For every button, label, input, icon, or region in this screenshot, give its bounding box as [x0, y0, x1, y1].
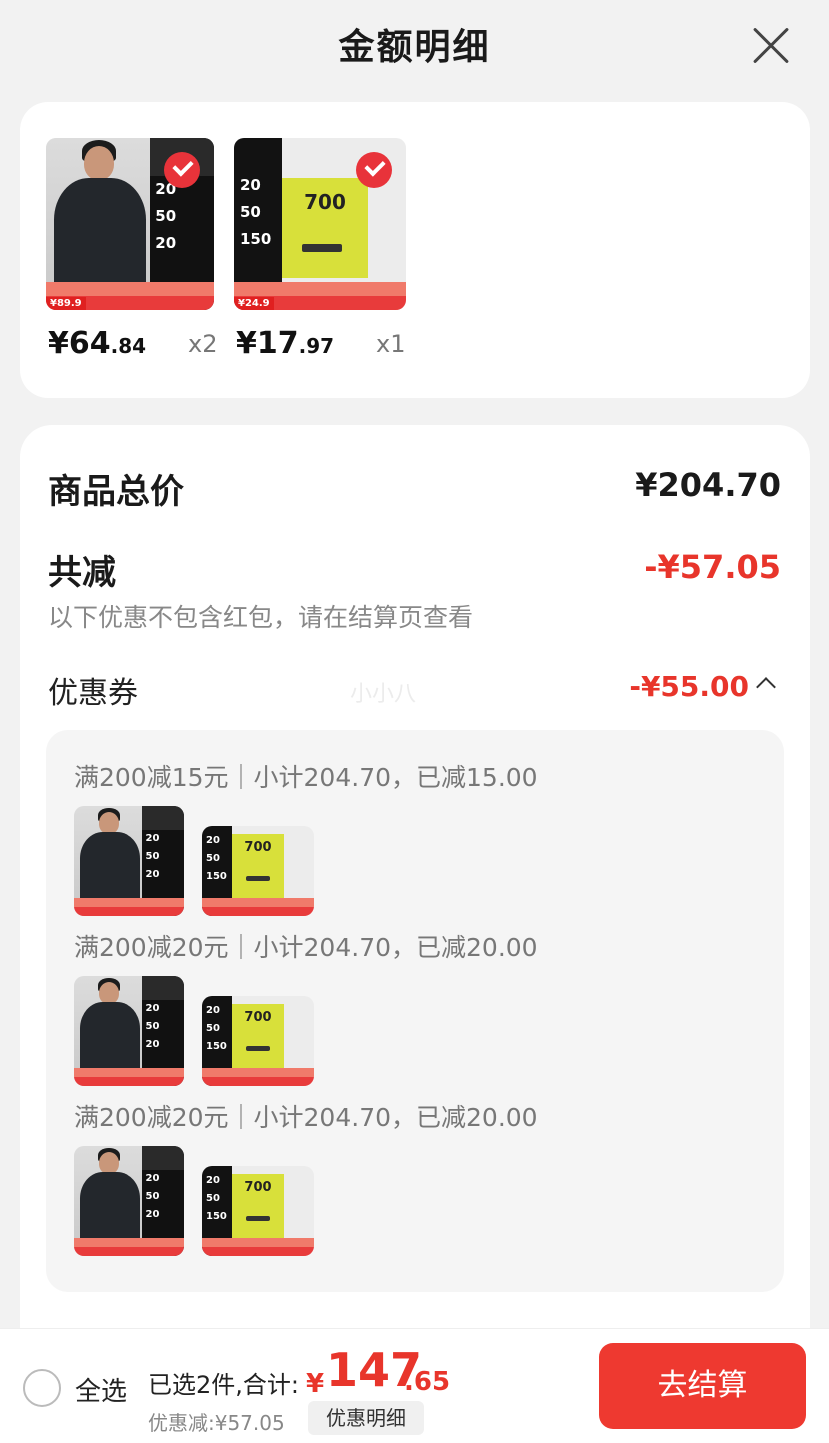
product-qty: x1 — [376, 330, 406, 358]
total-value: ¥204.70 — [635, 466, 781, 504]
bottom-bar: 全选 已选2件,合计: ¥ 147 .65 优惠减:¥57.05 优惠明细 去结… — [0, 1328, 829, 1443]
coupon-line: 满200减20元｜小计204.70，已减20.00 — [74, 1103, 538, 1132]
products-card: 20 50 20 ¥89.9 ¥64.84 x2 20 50 150 700 ¥… — [20, 102, 810, 398]
coupon-product-thumb-jacket: 20 50 20 — [74, 976, 184, 1086]
selected-check-icon[interactable] — [356, 152, 392, 188]
checkout-button[interactable]: 去结算 — [599, 1343, 806, 1429]
select-all-radio[interactable] — [23, 1369, 61, 1407]
product-qty: x2 — [188, 330, 218, 358]
reduce-value: -¥57.05 — [644, 548, 781, 586]
coupon-product-thumb-jacket: 20 50 20 — [74, 1146, 184, 1256]
select-all-label[interactable]: 全选 — [75, 1371, 127, 1408]
discount-text: 优惠减:¥57.05 — [148, 1411, 285, 1435]
reduce-label: 共减 — [48, 553, 116, 593]
selected-check-icon[interactable] — [164, 152, 200, 188]
summary-text: 已选2件,合计: — [148, 1371, 299, 1399]
coupon-product-thumb-jacket: 20 50 20 — [74, 806, 184, 916]
discount-detail-button[interactable]: 优惠明细 — [308, 1401, 424, 1435]
coupon-label: 优惠券 — [48, 676, 138, 711]
coupon-line: 满200减15元｜小计204.70，已减15.00 — [74, 763, 538, 792]
total-currency: ¥ — [306, 1369, 325, 1399]
total-label: 商品总价 — [48, 472, 184, 512]
close-icon[interactable] — [751, 26, 791, 66]
page-title: 金额明细 — [338, 27, 491, 68]
note-text: 以下优惠不包含红包，请在结算页查看 — [48, 603, 474, 632]
coupon-value: -¥55.00 — [629, 670, 749, 703]
header: 金额明细 — [0, 0, 829, 96]
product-price: ¥64.84 — [48, 326, 147, 361]
watermark: 小小八 — [350, 682, 417, 707]
coupon-product-thumb-valve: 20 50 150 700 — [202, 996, 314, 1086]
coupon-line: 满200减20元｜小计204.70，已减20.00 — [74, 933, 538, 962]
coupon-product-thumb-valve: 20 50 150 700 — [202, 826, 314, 916]
coupon-product-thumb-valve: 20 50 150 700 — [202, 1166, 314, 1256]
total-amount-dec: .65 — [404, 1367, 451, 1397]
product-price: ¥17.97 — [236, 326, 335, 361]
